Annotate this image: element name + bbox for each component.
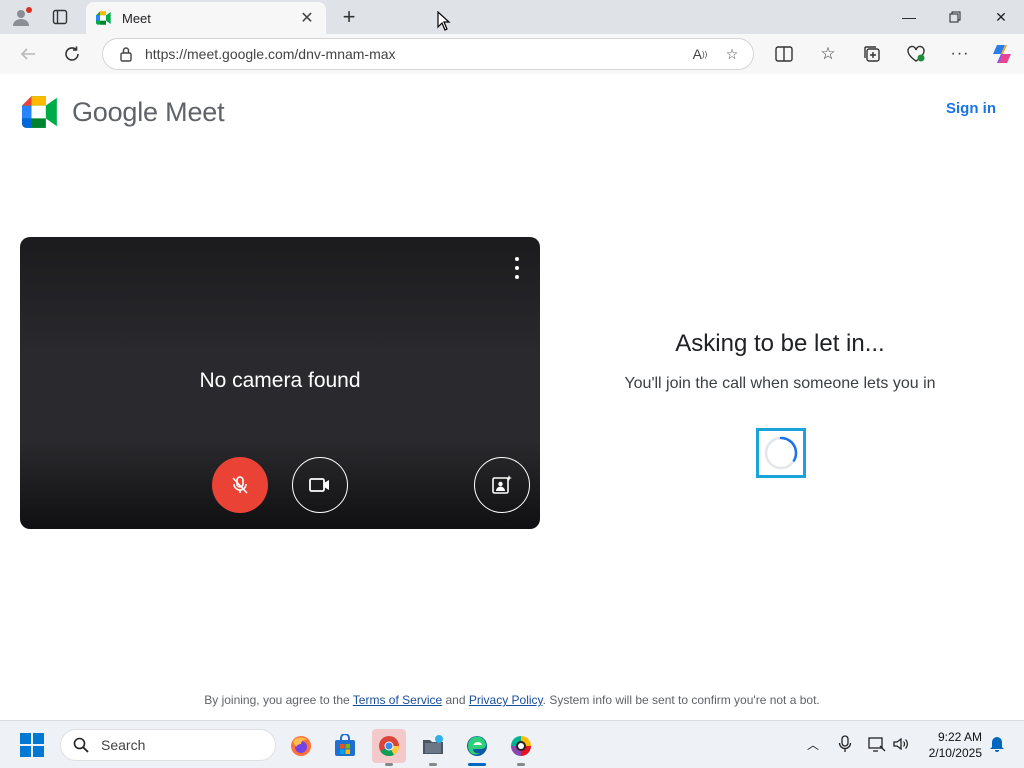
favorite-star-icon[interactable]: ☆: [721, 43, 743, 65]
running-indicator: [429, 763, 437, 766]
read-aloud-icon[interactable]: A)): [689, 43, 711, 65]
waiting-title: Asking to be let in...: [675, 330, 885, 357]
running-indicator: [385, 763, 393, 766]
taskbar-chrome[interactable]: [372, 729, 406, 766]
legal-footer: By joining, you agree to the Terms of Se…: [4, 693, 1020, 707]
search-icon: [73, 737, 89, 753]
favorites-icon: ☆: [820, 44, 836, 63]
collections-icon: [864, 46, 880, 62]
collections-button[interactable]: [860, 42, 884, 66]
system-clock[interactable]: 9:22 AM 2/10/2025: [929, 729, 982, 761]
taskbar-color-app[interactable]: [504, 729, 538, 766]
waiting-message: You'll join the call when someone lets y…: [624, 375, 936, 392]
visual-effects-button[interactable]: [474, 457, 530, 513]
running-indicator: [517, 763, 525, 766]
tab-meet[interactable]: Meet ✕: [86, 2, 326, 34]
tab-actions-button[interactable]: [46, 5, 74, 29]
copilot-icon: [993, 45, 1011, 63]
taskbar-edge[interactable]: [460, 729, 494, 766]
no-camera-message: No camera found: [199, 369, 361, 392]
privacy-policy-link[interactable]: Privacy Policy: [469, 693, 543, 707]
sign-in-link[interactable]: Sign in: [946, 100, 996, 117]
waiting-panel: Asking to be let in... You'll join the c…: [624, 330, 936, 396]
clock-date: 2/10/2025: [928, 746, 982, 760]
url-text[interactable]: https://meet.google.com/dnv-mnam-max: [145, 46, 689, 62]
camera-toggle-button[interactable]: [292, 457, 348, 513]
taskbar-store[interactable]: [328, 729, 362, 763]
back-button[interactable]: [14, 40, 42, 68]
folder-icon: [423, 735, 443, 754]
search-label: Search: [101, 737, 146, 753]
video-preview: No camera found: [20, 237, 540, 529]
back-arrow-icon: [20, 48, 35, 60]
footer-prefix: By joining, you agree to the: [204, 693, 353, 707]
more-options-icon[interactable]: [512, 257, 522, 279]
start-button[interactable]: [20, 733, 44, 757]
loading-spinner: [756, 428, 806, 478]
taskbar-firefox[interactable]: [284, 729, 318, 763]
profile-button[interactable]: [8, 5, 34, 29]
microphone-toggle-button[interactable]: [212, 457, 268, 513]
split-screen-icon: [775, 46, 793, 62]
notifications-button[interactable]: [986, 733, 1008, 755]
windows-logo-icon: [20, 733, 44, 757]
mic-off-icon: [232, 476, 248, 494]
volume-tray[interactable]: [890, 733, 912, 755]
close-icon: ✕: [995, 8, 1007, 25]
settings-more-button[interactable]: ···: [948, 42, 972, 66]
new-tab-button[interactable]: +: [336, 4, 362, 29]
microphone-tray[interactable]: [834, 733, 856, 755]
address-bar[interactable]: https://meet.google.com/dnv-mnam-max A))…: [102, 38, 754, 70]
firefox-icon: [291, 736, 311, 756]
refresh-button[interactable]: [58, 40, 86, 68]
visual-effects-icon: [492, 475, 512, 494]
taskbar-file-explorer[interactable]: [416, 729, 450, 766]
more-dots-icon: ···: [950, 45, 970, 62]
terms-of-service-link[interactable]: Terms of Service: [353, 693, 442, 707]
minimize-icon: —: [902, 9, 916, 25]
microphone-icon: [838, 735, 852, 752]
network-tray[interactable]: [866, 733, 888, 755]
taskbar-search[interactable]: Search: [60, 729, 276, 761]
edge-icon: [467, 736, 487, 756]
chrome-icon: [379, 736, 400, 757]
brand-name: Google Meet: [72, 96, 225, 127]
color-wheel-icon: [511, 736, 531, 756]
restore-icon: [949, 11, 961, 23]
browser-titlebar: Meet ✕ + — ✕: [0, 0, 1024, 34]
tab-title: Meet: [122, 10, 151, 26]
chevron-up-icon: ︿: [806, 737, 819, 752]
show-hidden-icons-button[interactable]: ︿: [802, 733, 824, 755]
site-info-lock-icon[interactable]: [119, 46, 133, 62]
tab-close-icon[interactable]: ✕: [298, 9, 316, 27]
running-indicator: [468, 763, 486, 766]
browser-toolbar: https://meet.google.com/dnv-mnam-max A))…: [0, 34, 1024, 74]
clock-time: 9:22 AM: [937, 730, 982, 744]
meet-logo-icon: [22, 96, 57, 128]
footer-suffix: . System info will be sent to confirm yo…: [542, 693, 820, 707]
footer-and: and: [442, 693, 469, 707]
mouse-cursor-icon: [437, 11, 451, 31]
notification-dot: [26, 7, 32, 13]
taskbar: Search ︿ 9:22 AM 2/10/2025: [0, 720, 1024, 768]
copilot-button[interactable]: [990, 42, 1014, 66]
spinner-icon: [764, 436, 798, 470]
heart-pulse-icon: [907, 45, 925, 62]
google-meet-logo: Google Meet: [22, 96, 225, 128]
network-icon: [868, 737, 886, 752]
refresh-icon: [65, 46, 79, 61]
tab-actions-icon: [52, 9, 68, 25]
restore-button[interactable]: [932, 0, 978, 34]
video-camera-icon: [309, 478, 329, 492]
meet-page: Google Meet Sign in No camera found Aski…: [4, 74, 1020, 718]
favorites-button[interactable]: ☆: [816, 42, 840, 66]
bell-icon: [990, 737, 1004, 752]
store-icon: [335, 734, 355, 756]
minimize-button[interactable]: —: [886, 0, 932, 34]
close-window-button[interactable]: ✕: [978, 0, 1024, 34]
browser-essentials-button[interactable]: [904, 42, 928, 66]
speaker-icon: [893, 737, 908, 751]
split-screen-button[interactable]: [772, 42, 796, 66]
meet-favicon-icon: [96, 11, 111, 25]
